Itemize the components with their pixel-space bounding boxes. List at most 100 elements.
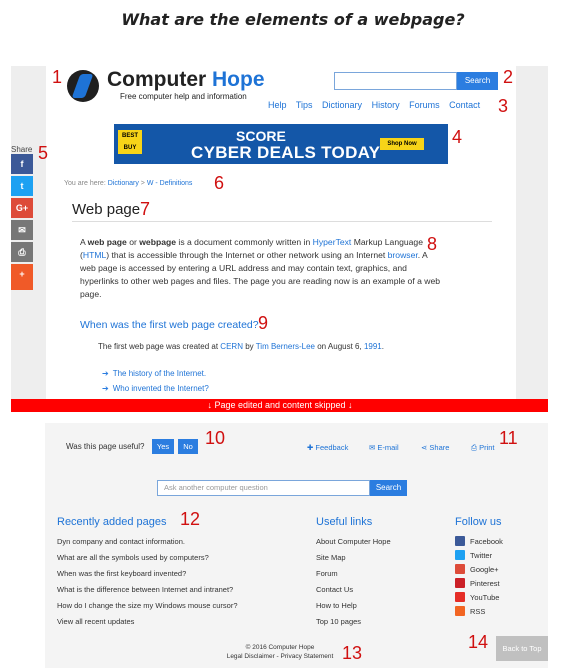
ad-headline-1: SCORE <box>236 128 286 144</box>
pinterest-icon[interactable] <box>455 578 465 588</box>
useful-link[interactable]: Top 10 pages <box>316 617 361 626</box>
nav-dictionary[interactable]: Dictionary <box>322 100 362 110</box>
site-search-button[interactable]: Search <box>457 72 498 90</box>
page-title: Web page <box>72 201 141 218</box>
share-more-button[interactable]: + <box>11 264 33 290</box>
recent-item[interactable]: When was the first keyboard invented? <box>57 569 186 578</box>
site-tagline: Free computer help and information <box>120 92 247 101</box>
no-button[interactable]: No <box>178 439 198 454</box>
yes-button[interactable]: Yes <box>152 439 174 454</box>
more-share-icon: + <box>19 269 25 279</box>
share-email-button[interactable]: ✉ <box>11 220 33 240</box>
marker-11: 11 <box>499 428 518 448</box>
related-link-history[interactable]: ➔ The history of the Internet. <box>102 369 206 378</box>
browser-link[interactable]: browser <box>388 250 418 260</box>
hypertext-link[interactable]: HyperText <box>313 237 352 247</box>
article-paragraph: A web page or webpage is a document comm… <box>80 237 441 299</box>
arrow-right-icon: ➔ <box>102 369 109 378</box>
share-link[interactable]: ⋖ Share <box>421 443 449 452</box>
follow-twitter-link[interactable]: Twitter <box>470 551 492 560</box>
marker-3: 3 <box>498 96 509 116</box>
marker-6: 6 <box>214 173 225 193</box>
breadcrumb-w-definitions[interactable]: W - Definitions <box>147 180 193 187</box>
arrow-right-icon: ➔ <box>102 384 109 393</box>
twitter-icon[interactable] <box>455 550 465 560</box>
best-buy-logo: BEST BUY <box>118 130 142 154</box>
footer-search-input[interactable]: Ask another computer question <box>157 480 370 496</box>
back-to-top-button[interactable]: Back to Top <box>496 636 548 661</box>
share-print-button[interactable]: ⎙ <box>11 242 33 262</box>
rss-icon[interactable] <box>455 606 465 616</box>
useful-link[interactable]: How to Help <box>316 601 357 610</box>
recent-item[interactable]: How do I change the size my Windows mous… <box>57 601 238 610</box>
year-1991-link[interactable]: 1991 <box>364 342 382 351</box>
print-icon: ⎙ <box>18 247 26 257</box>
recent-pages-title: Recently added pages <box>57 516 167 528</box>
ad-headline-2: CYBER DEALS TODAY <box>191 143 381 162</box>
related-link-inventor[interactable]: ➔ Who invented the Internet? <box>102 384 209 393</box>
facebook-icon[interactable] <box>455 536 465 546</box>
site-search-input[interactable] <box>334 72 457 90</box>
main-nav: Help Tips Dictionary History Forums Cont… <box>268 100 487 110</box>
marker-14: 14 <box>468 632 489 652</box>
site-logo-text[interactable]: Computer Hope <box>107 68 265 92</box>
share-facebook-button[interactable]: f <box>11 154 33 174</box>
marker-4: 4 <box>452 127 463 147</box>
follow-facebook-link[interactable]: Facebook <box>470 537 503 546</box>
useful-links-title: Useful links <box>316 516 373 528</box>
print-link[interactable]: ⎙ Print <box>471 443 495 453</box>
share-google-plus-button[interactable]: G+ <box>11 198 33 218</box>
email-icon: ✉ <box>18 225 26 235</box>
nav-contact[interactable]: Contact <box>449 100 480 110</box>
recent-item[interactable]: View all recent updates <box>57 617 134 626</box>
follow-google-plus-link[interactable]: Google+ <box>470 565 499 574</box>
marker-9: 9 <box>258 313 269 333</box>
share-icon: ⋖ <box>421 443 428 452</box>
useful-link[interactable]: About Computer Hope <box>316 537 391 546</box>
twitter-icon: t <box>20 181 24 191</box>
marker-2: 2 <box>503 67 514 87</box>
email-link[interactable]: ✉ E-mail <box>369 443 399 452</box>
nav-help[interactable]: Help <box>268 100 287 110</box>
nav-history[interactable]: History <box>372 100 400 110</box>
facebook-icon: f <box>20 159 24 169</box>
follow-rss-link[interactable]: RSS <box>470 607 485 616</box>
footer-search-button[interactable]: Search <box>370 480 407 496</box>
tim-berners-lee-link[interactable]: Tim Berners-Lee <box>256 342 315 351</box>
follow-youtube-link[interactable]: YouTube <box>470 593 499 602</box>
email-icon: ✉ <box>369 443 376 452</box>
follow-us-title: Follow us <box>455 516 502 528</box>
nav-tips[interactable]: Tips <box>296 100 313 110</box>
computer-hope-logo-icon[interactable] <box>67 70 99 102</box>
recent-item[interactable]: Dyn company and contact information. <box>57 537 185 546</box>
marker-8: 8 <box>427 234 438 254</box>
recent-item[interactable]: What are all the symbols used by compute… <box>57 553 209 562</box>
breadcrumb-dictionary[interactable]: Dictionary <box>108 180 139 187</box>
marker-1: 1 <box>52 67 63 87</box>
html-link[interactable]: HTML <box>83 250 106 260</box>
useful-link[interactable]: Site Map <box>316 553 346 562</box>
title-divider <box>72 221 492 222</box>
useful-link[interactable]: Forum <box>316 569 338 578</box>
useful-question: Was this page useful? <box>66 442 145 451</box>
marker-12: 12 <box>180 509 201 529</box>
share-label: Share <box>11 145 33 154</box>
share-twitter-button[interactable]: t <box>11 176 33 196</box>
marker-7: 7 <box>140 199 151 219</box>
cern-link[interactable]: CERN <box>220 342 243 351</box>
useful-link[interactable]: Contact Us <box>316 585 353 594</box>
ad-shop-now-button[interactable]: Shop Now <box>380 138 424 150</box>
legal-links[interactable]: Legal Disclaimer - Privacy Statement <box>0 653 560 660</box>
feedback-link[interactable]: ✚ Feedback <box>307 443 348 452</box>
marker-10: 10 <box>205 428 226 448</box>
google-plus-icon[interactable] <box>455 564 465 574</box>
follow-pinterest-link[interactable]: Pinterest <box>470 579 500 588</box>
plus-icon: ✚ <box>307 443 314 452</box>
nav-forums[interactable]: Forums <box>409 100 440 110</box>
google-plus-icon: G+ <box>15 203 29 213</box>
section-heading: When was the first web page created? <box>80 319 259 331</box>
print-icon: ⎙ <box>471 443 477 452</box>
page-heading: What are the elements of a webpage? <box>121 10 465 29</box>
recent-item[interactable]: What is the difference between Internet … <box>57 585 233 594</box>
youtube-icon[interactable] <box>455 592 465 602</box>
